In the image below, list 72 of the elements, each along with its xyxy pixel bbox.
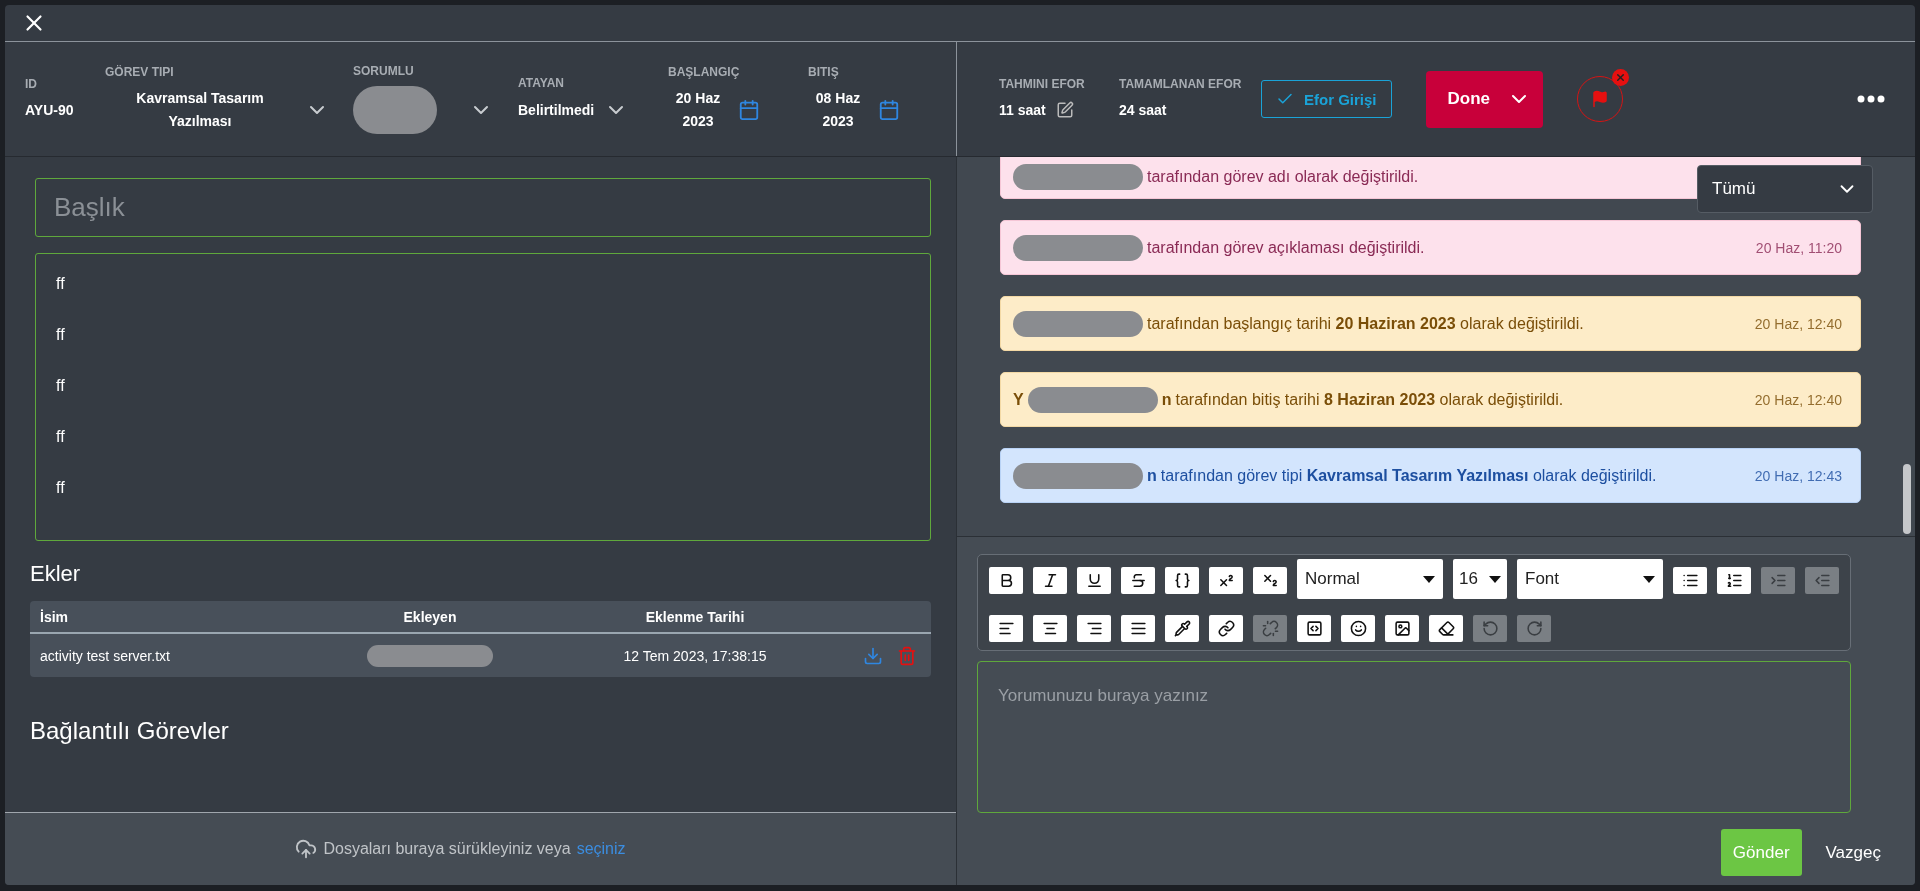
completed-effort: 24 saat [1119, 100, 1168, 120]
superscript-icon[interactable] [1209, 567, 1243, 594]
upload-date: 12 Tem 2023, 17:38:15 [622, 647, 768, 664]
activity-text: tarafından başlangıç tarihi 20 Haziran 2023 olarak değiştirildi. [1147, 314, 1585, 333]
numbered-list-icon[interactable] [1717, 567, 1751, 594]
field-label: BITIŞ [808, 65, 840, 79]
field-label: ID [25, 76, 38, 91]
font-select[interactable]: Font [1517, 559, 1663, 599]
start-date[interactable]: 20 Haz 2023 [668, 87, 728, 133]
filter-dropdown[interactable]: Tümü [1697, 165, 1873, 213]
underline-icon[interactable] [1077, 567, 1111, 594]
strikethrough-icon[interactable] [1121, 567, 1155, 594]
link-icon[interactable] [1209, 615, 1243, 642]
status-dropdown[interactable]: Done [1425, 70, 1543, 128]
field-label: GÖREV TIPI [105, 65, 175, 79]
align-center-icon[interactable] [1033, 615, 1067, 642]
actor-fragment: n [1161, 390, 1172, 409]
subscript-icon[interactable] [1253, 567, 1287, 594]
cancel-button[interactable]: Vazgeç [1819, 841, 1887, 864]
activity-time: 20 Haz, 12:43 [1754, 467, 1842, 484]
style-select[interactable]: Normal [1297, 559, 1443, 599]
activity-text: tarafından görev açıklaması değiştirildi. [1147, 238, 1426, 257]
bold-icon[interactable] [989, 567, 1023, 594]
column-header: Eklenme Tarihi [644, 608, 746, 625]
activity-text: tarafından bitiş tarihi 8 Haziran 2023 olarak değiştirildi. [1175, 390, 1565, 409]
calendar-icon[interactable] [738, 99, 760, 121]
braces-icon[interactable] [1165, 567, 1199, 594]
code-window-icon[interactable] [1297, 615, 1331, 642]
smiley-icon[interactable] [1341, 615, 1375, 642]
align-justify-icon[interactable] [1121, 615, 1155, 642]
actor-fragment: n [1147, 466, 1157, 485]
section-heading: Ekler [30, 561, 82, 587]
italic-icon[interactable] [1033, 567, 1067, 594]
activity-time: 20 Haz, 12:40 [1754, 315, 1842, 332]
activity-text: tarafından görev tipi Kavramsal Tasarım Yazılması olarak değiştirildi. [1160, 466, 1658, 485]
field-label: ATAYAN [518, 76, 565, 90]
column-header: İsim [40, 608, 69, 625]
calendar-icon[interactable] [878, 99, 900, 121]
title-field[interactable]: Başlık [35, 178, 931, 237]
section-heading: Bağlantılı Görevler [30, 717, 230, 745]
end-date[interactable]: 08 Haz 2023 [808, 87, 868, 133]
field-label: BAŞLANGIÇ [668, 65, 741, 79]
task-type-value[interactable]: Kavramsal Tasarım Yazılması [105, 87, 295, 133]
size-select[interactable]: 16 [1453, 559, 1507, 599]
description-field[interactable]: ff ff ff ff ff [35, 253, 931, 541]
image-icon[interactable] [1385, 615, 1419, 642]
pen-icon[interactable] [1165, 615, 1199, 642]
field-label: TAMAMLANAN EFOR [1119, 76, 1243, 91]
estimated-effort: 11 saat [999, 100, 1046, 120]
flag-icon [1590, 90, 1609, 108]
edit-icon[interactable] [1055, 101, 1074, 119]
column-header: Ekleyen [402, 608, 458, 625]
remove-flag-badge[interactable] [1611, 69, 1629, 86]
activity-time: 20 Haz, 11:20 [1755, 239, 1842, 256]
assigner-value[interactable]: Belirtilmedi [518, 98, 595, 122]
effort-entry-button[interactable]: Efor Girişi [1261, 80, 1392, 118]
upload-icon [295, 838, 318, 860]
field-label: TAHMINI EFOR [999, 76, 1086, 91]
more-icon[interactable] [1857, 95, 1885, 103]
eraser-icon[interactable] [1429, 615, 1463, 642]
upload-hint: Dosyaları buraya sürükleyiniz veya [323, 840, 571, 858]
file-name: activity test server.txt [40, 647, 171, 664]
task-id: AYU-90 [25, 100, 75, 120]
activity-time: 20 Haz, 12:40 [1754, 391, 1842, 408]
actor-fragment: Y [1013, 390, 1024, 409]
field-label: SORUMLU [353, 64, 415, 78]
bullet-list-icon[interactable] [1673, 567, 1707, 594]
scrollbar-thumb[interactable] [1903, 464, 1911, 534]
align-left-icon[interactable] [989, 615, 1023, 642]
align-right-icon[interactable] [1077, 615, 1111, 642]
activity-text: tarafından görev adı olarak değiştirildi. [1147, 168, 1420, 186]
comment-field[interactable]: Yorumunuzu buraya yazınız [977, 661, 1851, 813]
